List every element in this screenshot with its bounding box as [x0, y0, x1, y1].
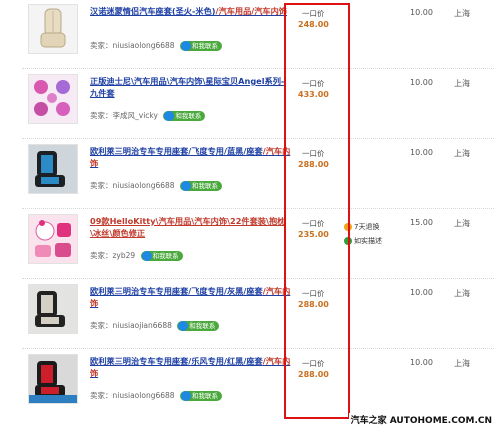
contact-seller-button[interactable]: 和我联系: [177, 321, 220, 331]
car-seat-grey-black-icon: [29, 285, 77, 333]
service-return-label: 7天退换: [354, 223, 380, 231]
product-thumbnail[interactable]: [28, 4, 78, 54]
seller-label: 卖家：: [90, 111, 113, 120]
contact-seller-button[interactable]: 和我联系: [163, 111, 206, 121]
contact-label: 和我联系: [189, 322, 216, 330]
listing-row: 欧利莱三明治专车专用座套/飞度专用/灰黑/座套/汽车内饰 卖家：niusiaoj…: [22, 280, 494, 349]
contact-label: 和我联系: [191, 392, 218, 400]
im-chat-icon: [180, 41, 191, 51]
listing-title-text[interactable]: 正版迪士尼\汽车用品\汽车内饰\星际宝贝Angel系列-九件套: [90, 76, 284, 98]
watermark-en: AUTOHOME.COM.CN: [389, 416, 492, 426]
listing-row: 欧利莱三明治专车专用座套/乐风专用/红黑/座套/汽车内饰 卖家：niusiaol…: [22, 350, 494, 418]
pink-accessory-set-icon: [29, 75, 77, 123]
seller-name[interactable]: 李成风_vicky: [113, 111, 158, 120]
listing-title-link[interactable]: 汉诺迷蒙情侣汽车座套(圣火-米色)/汽车用品/汽车内饰: [90, 5, 292, 17]
listing-title-link[interactable]: 09款HelloKitty\汽车用品\汽车内饰\22件套装\抱枕\冰丝\颜色修正: [90, 215, 292, 239]
seller-info: 卖家：niusiaolong6688 和我联系: [90, 180, 222, 191]
location: 上海: [454, 9, 470, 18]
location: 上海: [454, 219, 470, 228]
seller-label: 卖家：: [90, 251, 113, 260]
car-seat-cushion-icon: [40, 8, 66, 48]
contact-label: 和我联系: [191, 182, 218, 190]
shipping-fee: 15.00: [410, 218, 433, 227]
seller-info: 卖家：niusiaojian6688 和我联系: [90, 320, 220, 331]
im-chat-icon: [180, 391, 191, 401]
location: 上海: [454, 79, 470, 88]
im-chat-icon: [141, 251, 152, 261]
listing-title-link[interactable]: 正版迪士尼\汽车用品\汽车内饰\星际宝贝Angel系列-九件套: [90, 75, 292, 99]
listing-title-link[interactable]: 欧利莱三明治专车专用座套/飞度专用/蓝黑/座套/汽车内饰: [90, 145, 292, 169]
listing-title-text[interactable]: 09款HelloKitty\汽车用品\汽车内饰\22件套装\抱枕\冰丝\颜色修正: [90, 216, 285, 238]
contact-seller-button[interactable]: 和我联系: [179, 181, 222, 191]
price-highlight-box: [284, 3, 350, 419]
product-thumbnail[interactable]: [28, 144, 78, 194]
listing-title-text[interactable]: 欧利莱三明治专车专用座套/飞度专用/蓝黑/座套: [90, 146, 263, 156]
seller-name[interactable]: niusiaolong6688: [113, 391, 175, 400]
seller-label: 卖家：: [90, 391, 113, 400]
location: 上海: [454, 149, 470, 158]
contact-seller-button[interactable]: 和我联系: [140, 251, 183, 261]
seller-info: 卖家：李成风_vicky 和我联系: [90, 110, 206, 121]
product-thumbnail[interactable]: [28, 354, 78, 404]
product-thumbnail[interactable]: [28, 74, 78, 124]
listing-title-text[interactable]: 欧利莱三明治专车专用座套/飞度专用/灰黑/座套: [90, 286, 263, 296]
seller-label: 卖家：: [90, 181, 113, 190]
contact-label: 和我联系: [152, 252, 179, 260]
seller-info: 卖家：zyb29 和我联系: [90, 250, 183, 261]
listing-title-link[interactable]: 欧利莱三明治专车专用座套/乐风专用/红黑/座套/汽车内饰: [90, 355, 292, 379]
contact-label: 和我联系: [175, 112, 202, 120]
seller-name[interactable]: niusiaolong6688: [113, 41, 175, 50]
listing-title-text[interactable]: 汉诺迷蒙情侣汽车座套(圣火-米色): [90, 6, 216, 16]
product-thumbnail[interactable]: [28, 214, 78, 264]
service-describe-label: 如实描述: [354, 237, 382, 245]
shipping-fee: 10.00: [410, 358, 433, 367]
car-seat-red-black-icon: [29, 355, 77, 403]
listing-category-link[interactable]: /汽车用品/汽车内饰: [216, 6, 287, 16]
listing-row: 正版迪士尼\汽车用品\汽车内饰\星际宝贝Angel系列-九件套 卖家：李成风_v…: [22, 70, 494, 139]
seller-info: 卖家：niusiaolong6688 和我联系: [90, 40, 222, 51]
im-chat-icon: [180, 181, 191, 191]
shipping-fee: 10.00: [410, 288, 433, 297]
seller-name[interactable]: zyb29: [113, 251, 136, 260]
shipping-fee: 10.00: [410, 148, 433, 157]
im-chat-icon: [164, 111, 175, 121]
im-chat-icon: [178, 321, 189, 331]
location: 上海: [454, 359, 470, 368]
watermark-cn: 汽车之家: [350, 416, 387, 426]
seller-name[interactable]: niusiaojian6688: [113, 321, 172, 330]
listing-title-text[interactable]: 欧利莱三明治专车专用座套/乐风专用/红黑/座套: [90, 356, 263, 366]
seller-info: 卖家：niusiaolong6688 和我联系: [90, 390, 222, 401]
listing-row: 汉诺迷蒙情侣汽车座套(圣火-米色)/汽车用品/汽车内饰 卖家：niusiaolo…: [22, 0, 494, 69]
hello-kitty-set-icon: [29, 215, 77, 263]
contact-seller-button[interactable]: 和我联系: [179, 41, 222, 51]
seller-label: 卖家：: [90, 321, 113, 330]
seller-label: 卖家：: [90, 41, 113, 50]
seller-name[interactable]: niusiaolong6688: [113, 181, 175, 190]
site-watermark: 汽车之家 AUTOHOME.COM.CN: [348, 413, 494, 426]
shipping-fee: 10.00: [410, 78, 433, 87]
listing-title-link[interactable]: 欧利莱三明治专车专用座套/飞度专用/灰黑/座套/汽车内饰: [90, 285, 292, 309]
listing-row: 欧利莱三明治专车专用座套/飞度专用/蓝黑/座套/汽车内饰 卖家：niusiaol…: [22, 140, 494, 209]
product-thumbnail[interactable]: [28, 284, 78, 334]
contact-label: 和我联系: [191, 42, 218, 50]
contact-seller-button[interactable]: 和我联系: [179, 391, 222, 401]
listing-row: 09款HelloKitty\汽车用品\汽车内饰\22件套装\抱枕\冰丝\颜色修正…: [22, 210, 494, 279]
shipping-fee: 10.00: [410, 8, 433, 17]
car-seat-blue-black-icon: [29, 145, 77, 193]
location: 上海: [454, 289, 470, 298]
